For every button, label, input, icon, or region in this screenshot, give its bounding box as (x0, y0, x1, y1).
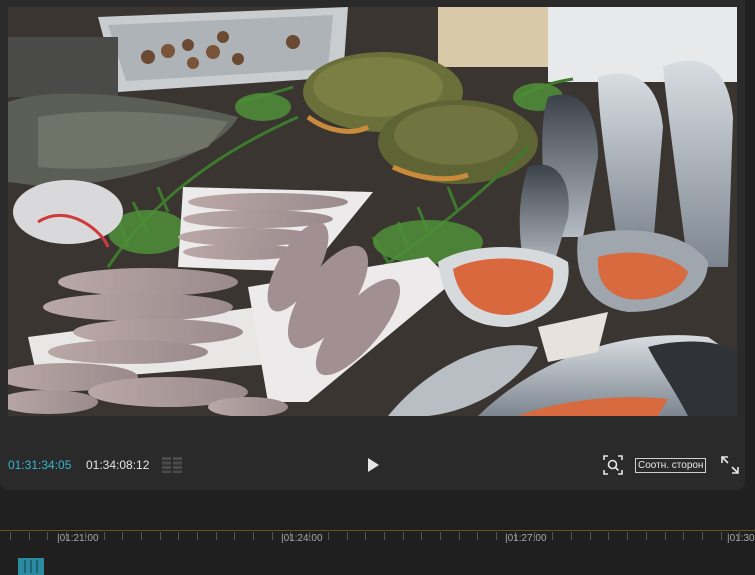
preview-player: 01:31:34:05 01:34:08:12 Соотн. сторон (0, 0, 745, 490)
timeline[interactable]: |01:21:00 |01:24:00 |01:27:00 |01:30 (0, 526, 755, 575)
ruler-tick (122, 532, 123, 540)
playback-controls: 01:31:34:05 01:34:08:12 Соотн. сторон (0, 450, 745, 480)
video-frame[interactable] (8, 7, 737, 416)
timeline-clip[interactable] (18, 558, 44, 575)
aspect-ratio-button[interactable]: Соотн. сторон (635, 458, 707, 473)
ruler-tick (421, 532, 422, 540)
ruler-tick (608, 532, 609, 540)
ruler-tick (552, 532, 553, 540)
ruler-tick (477, 532, 478, 540)
ruler-tick (253, 532, 254, 540)
ruler-tick (721, 532, 722, 540)
play-icon[interactable] (364, 456, 382, 474)
ruler-tick (646, 532, 647, 540)
duration-timecode: 01:34:08:12 (86, 458, 150, 472)
panel-divider (0, 490, 755, 526)
ruler-tick (178, 532, 179, 540)
ruler-tick (104, 532, 105, 540)
ruler-tick (47, 532, 48, 540)
time-label-1: |01:21:00 (57, 533, 99, 544)
ruler-tick (197, 532, 198, 540)
ruler-tick (29, 532, 30, 540)
ruler-tick (328, 532, 329, 540)
ruler-tick (571, 532, 572, 540)
ruler-tick (702, 532, 703, 540)
ruler-tick (216, 532, 217, 540)
time-label-3: |01:27:00 (505, 533, 547, 544)
time-label-2: |01:24:00 (281, 533, 323, 544)
ruler-tick (496, 532, 497, 540)
fullscreen-icon[interactable] (721, 456, 739, 474)
ruler-tick (347, 532, 348, 540)
zoom-fit-icon[interactable] (603, 455, 623, 475)
ruler-tick (272, 532, 273, 540)
ruler-tick (665, 532, 666, 540)
timeline-ruler (0, 530, 755, 531)
ruler-tick (384, 532, 385, 540)
ruler-tick (683, 532, 684, 540)
ruler-tick (440, 532, 441, 540)
current-timecode[interactable]: 01:31:34:05 (8, 458, 71, 472)
split-view-icon[interactable] (162, 457, 182, 473)
ruler-tick (10, 532, 11, 540)
fish-market-still (8, 7, 737, 416)
ruler-tick (141, 532, 142, 540)
ruler-tick (365, 532, 366, 540)
ruler-tick (627, 532, 628, 540)
ruler-tick (403, 532, 404, 540)
ruler-tick (234, 532, 235, 540)
ruler-tick (160, 532, 161, 540)
time-label-4: |01:30 (727, 533, 755, 544)
ruler-tick (459, 532, 460, 540)
ruler-tick (590, 532, 591, 540)
